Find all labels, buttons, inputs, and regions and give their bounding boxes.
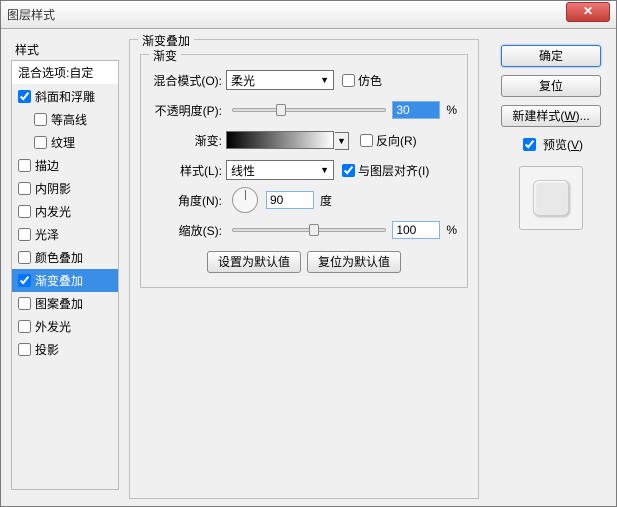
preview-checkbox[interactable]: 预览(V) — [519, 135, 583, 154]
style-item-checkbox[interactable] — [18, 251, 31, 264]
blend-mode-select[interactable]: 柔光 ▼ — [226, 70, 334, 90]
style-item[interactable]: 纹理 — [12, 131, 118, 154]
close-button[interactable]: ✕ — [566, 2, 610, 22]
make-default-button[interactable]: 设置为默认值 — [207, 251, 301, 273]
cancel-button[interactable]: 复位 — [501, 75, 601, 97]
settings-panel: 渐变叠加 渐变 混合模式(O): 柔光 ▼ 仿色 不透明度(P): — [129, 39, 479, 499]
style-item-label: 内阴影 — [35, 180, 71, 197]
scale-label: 缩放(S): — [151, 222, 226, 239]
style-item-label: 投影 — [35, 341, 59, 358]
style-item[interactable]: 图案叠加 — [12, 292, 118, 315]
style-item-label: 图案叠加 — [35, 295, 83, 312]
style-item-label: 纹理 — [51, 134, 75, 151]
blend-options-row[interactable]: 混合选项:自定 — [12, 61, 118, 85]
angle-label: 角度(N): — [151, 192, 226, 209]
align-checkbox[interactable]: 与图层对齐(I) — [342, 162, 429, 179]
gradient-group-title: 渐变 — [149, 47, 181, 64]
reverse-input[interactable] — [360, 134, 373, 147]
style-item-checkbox[interactable] — [18, 228, 31, 241]
percent-unit: % — [446, 223, 457, 237]
gradient-preview[interactable]: ▼ — [226, 131, 334, 149]
style-item[interactable]: 等高线 — [12, 108, 118, 131]
new-style-button[interactable]: 新建样式(W)... — [501, 105, 601, 127]
scale-slider[interactable] — [232, 228, 386, 232]
style-item-checkbox[interactable] — [34, 136, 47, 149]
window-title: 图层样式 — [7, 6, 610, 23]
style-value: 线性 — [231, 162, 255, 179]
style-item-checkbox[interactable] — [18, 320, 31, 333]
style-label: 样式(L): — [151, 162, 226, 179]
style-item[interactable]: 光泽 — [12, 223, 118, 246]
chevron-down-icon: ▼ — [320, 165, 329, 175]
opacity-label: 不透明度(P): — [151, 102, 226, 119]
style-item-checkbox[interactable] — [18, 90, 31, 103]
opacity-input[interactable]: 30 — [392, 101, 440, 119]
angle-input[interactable]: 90 — [266, 191, 314, 209]
preview-swatch — [519, 166, 583, 230]
style-item[interactable]: 外发光 — [12, 315, 118, 338]
style-item-checkbox[interactable] — [18, 343, 31, 356]
style-item-checkbox[interactable] — [18, 205, 31, 218]
style-item[interactable]: 投影 — [12, 338, 118, 361]
gradient-label: 渐变: — [151, 132, 226, 149]
style-item-checkbox[interactable] — [34, 113, 47, 126]
style-item-label: 渐变叠加 — [35, 272, 83, 289]
chevron-down-icon: ▼ — [320, 75, 329, 85]
angle-unit: 度 — [320, 192, 332, 209]
style-item[interactable]: 内阴影 — [12, 177, 118, 200]
style-select[interactable]: 线性 ▼ — [226, 160, 334, 180]
style-item[interactable]: 渐变叠加 — [12, 269, 118, 292]
style-item-label: 光泽 — [35, 226, 59, 243]
reset-default-button[interactable]: 复位为默认值 — [307, 251, 401, 273]
style-item-label: 外发光 — [35, 318, 71, 335]
dialog-window: 图层样式 ✕ 样式 混合选项:自定 斜面和浮雕等高线纹理描边内阴影内发光光泽颜色… — [0, 0, 617, 507]
preview-input[interactable] — [523, 138, 536, 151]
style-item-checkbox[interactable] — [18, 297, 31, 310]
scale-input[interactable]: 100 — [392, 221, 440, 239]
style-item-label: 颜色叠加 — [35, 249, 83, 266]
blend-mode-value: 柔光 — [231, 72, 255, 89]
titlebar: 图层样式 ✕ — [1, 1, 616, 29]
style-item-checkbox[interactable] — [18, 159, 31, 172]
blend-mode-label: 混合模式(O): — [151, 72, 226, 89]
dither-input[interactable] — [342, 74, 355, 87]
style-item-label: 内发光 — [35, 203, 71, 220]
style-item-label: 等高线 — [51, 111, 87, 128]
styles-heading: 样式 — [11, 39, 119, 60]
align-input[interactable] — [342, 164, 355, 177]
styles-list: 混合选项:自定 斜面和浮雕等高线纹理描边内阴影内发光光泽颜色叠加渐变叠加图案叠加… — [11, 60, 119, 490]
percent-unit: % — [446, 103, 457, 117]
style-item-label: 描边 — [35, 157, 59, 174]
style-item[interactable]: 描边 — [12, 154, 118, 177]
style-item[interactable]: 斜面和浮雕 — [12, 85, 118, 108]
angle-dial[interactable] — [232, 187, 258, 213]
opacity-slider[interactable] — [232, 108, 386, 112]
style-item-checkbox[interactable] — [18, 274, 31, 287]
gradient-group: 渐变 混合模式(O): 柔光 ▼ 仿色 不透明度(P): 30 — [140, 54, 468, 288]
style-item-label: 斜面和浮雕 — [35, 88, 95, 105]
right-buttons: 确定 复位 新建样式(W)... 预览(V) — [496, 45, 606, 230]
ok-button[interactable]: 确定 — [501, 45, 601, 67]
style-item[interactable]: 颜色叠加 — [12, 246, 118, 269]
styles-panel: 样式 混合选项:自定 斜面和浮雕等高线纹理描边内阴影内发光光泽颜色叠加渐变叠加图… — [11, 39, 119, 490]
chevron-down-icon[interactable]: ▼ — [335, 132, 349, 150]
reverse-checkbox[interactable]: 反向(R) — [360, 132, 417, 149]
dither-checkbox[interactable]: 仿色 — [342, 72, 382, 89]
style-item-checkbox[interactable] — [18, 182, 31, 195]
style-item[interactable]: 内发光 — [12, 200, 118, 223]
